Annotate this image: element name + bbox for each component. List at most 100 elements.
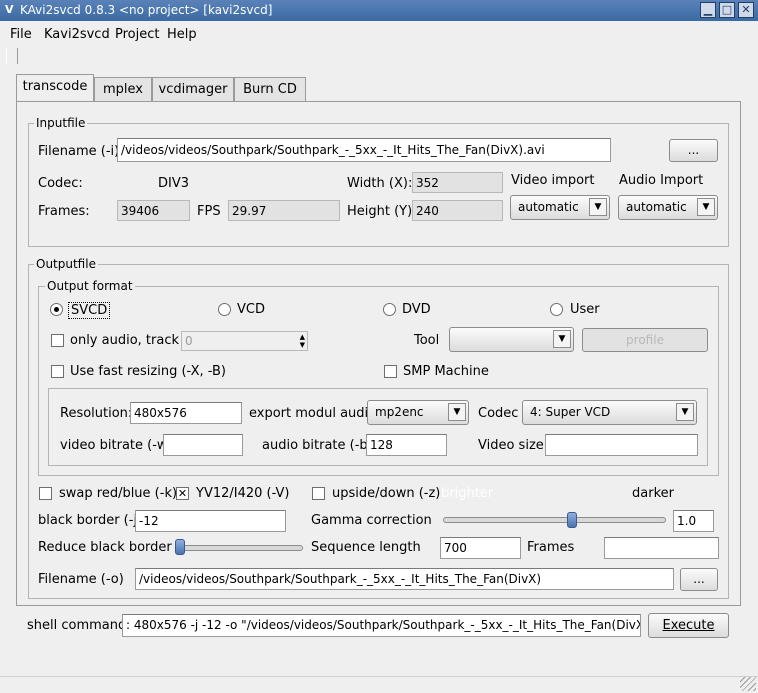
- input-filename-field[interactable]: /videos/videos/Southpark/Southpark_-_5xx…: [117, 138, 611, 162]
- height-value: 240: [412, 200, 503, 221]
- window-menu-icon[interactable]: V: [5, 3, 14, 16]
- menu-file[interactable]: File: [10, 27, 32, 42]
- codec-select[interactable]: 4: Super VCD ▼: [522, 400, 697, 425]
- codec-label: Codec:: [38, 176, 83, 191]
- menu-project[interactable]: Project: [115, 27, 159, 42]
- radio-user[interactable]: [550, 303, 563, 316]
- tab-mplex[interactable]: mplex: [94, 77, 152, 101]
- radio-svcd[interactable]: [50, 303, 63, 316]
- frames-label: Frames:: [38, 204, 90, 219]
- fast-resize-label: Use fast resizing (-X, -B): [70, 364, 226, 379]
- codec-select-value: 4: Super VCD: [530, 405, 611, 419]
- upside-checkbox[interactable]: [312, 487, 325, 500]
- profile-button[interactable]: profile: [582, 328, 708, 352]
- sequence-frames-field[interactable]: [604, 537, 719, 559]
- spin-arrows-icon[interactable]: ▲ ▼: [300, 333, 305, 349]
- export-audio-select[interactable]: mp2enc ▼: [367, 400, 469, 425]
- radio-svcd-label[interactable]: SVCD: [68, 302, 111, 319]
- chevron-down-icon: ▼: [448, 403, 466, 421]
- black-border-label: black border (-j): [38, 513, 143, 528]
- gamma-slider-knob[interactable]: [566, 512, 577, 528]
- radio-selected-dot: [54, 307, 59, 312]
- radio-user-label[interactable]: User: [570, 302, 600, 317]
- radio-vcd[interactable]: [218, 303, 231, 316]
- menu-kavi2svcd[interactable]: Kavi2svcd: [44, 27, 110, 42]
- sequence-label: Sequence length: [311, 540, 421, 555]
- shell-command-field[interactable]: : 480x576 -j -12 -o "/videos/videos/Sout…: [122, 614, 641, 637]
- reduce-border-slider-track[interactable]: [175, 545, 303, 551]
- tool-label: Tool: [414, 333, 440, 348]
- video-size-label: Video size: [478, 438, 544, 453]
- yv12-label: YV12/I420 (-V): [196, 486, 290, 501]
- window-title: KAvi2svcd 0.8.3 <no project> [kavi2svcd]: [20, 3, 273, 17]
- track-value: 0: [185, 334, 193, 348]
- radio-vcd-label[interactable]: VCD: [237, 302, 265, 317]
- gamma-label: Gamma correction: [311, 513, 432, 528]
- resize-grip-icon[interactable]: [740, 677, 756, 691]
- height-label: Height (Y):: [347, 204, 417, 219]
- gamma-field[interactable]: 1.0: [673, 510, 714, 532]
- audio-import-select[interactable]: automatic ▼: [618, 195, 718, 220]
- toolbar-handle[interactable]: [6, 48, 18, 64]
- resolution-field[interactable]: 480x576: [130, 402, 242, 424]
- audio-bitrate-field[interactable]: 128: [366, 434, 447, 456]
- export-audio-label: export modul audio: [249, 406, 377, 421]
- chevron-down-icon: ▼: [676, 403, 694, 421]
- radio-dvd-label[interactable]: DVD: [402, 302, 431, 317]
- smp-checkbox[interactable]: [384, 365, 397, 378]
- chevron-down-icon: ▼: [589, 198, 607, 216]
- gamma-slider-track[interactable]: [443, 517, 666, 523]
- inputfile-group-label: Inputfile: [34, 116, 88, 130]
- yv12-checkbox[interactable]: ✕: [176, 487, 189, 500]
- sequence-frames-label: Frames: [527, 540, 575, 555]
- video-import-value: automatic: [518, 200, 579, 214]
- resolution-label: Resolution:: [60, 406, 133, 421]
- title-bar: V KAvi2svcd 0.8.3 <no project> [kavi2svc…: [0, 0, 758, 21]
- codec-value: DIV3: [158, 176, 190, 191]
- output-browse-button[interactable]: ...: [680, 568, 718, 591]
- input-filename-label: Filename (-i): [38, 144, 120, 159]
- swap-label: swap red/blue (-k): [59, 486, 178, 501]
- darker-label: darker: [632, 486, 674, 501]
- status-bar: [0, 676, 758, 693]
- video-bitrate-field[interactable]: [163, 434, 243, 456]
- reduce-border-slider-knob[interactable]: [175, 539, 185, 555]
- menu-help[interactable]: Help: [167, 27, 197, 42]
- export-audio-value: mp2enc: [375, 405, 424, 419]
- black-border-field[interactable]: -12: [135, 510, 286, 532]
- audio-bitrate-label: audio bitrate (-b):: [262, 438, 378, 453]
- input-browse-button[interactable]: ...: [669, 139, 718, 162]
- video-import-select[interactable]: automatic ▼: [510, 195, 610, 220]
- audio-import-value: automatic: [626, 200, 687, 214]
- radio-dvd[interactable]: [383, 303, 396, 316]
- frames-value: 39406: [117, 200, 190, 221]
- video-size-field[interactable]: [545, 434, 698, 456]
- tab-vcdimager[interactable]: vcdimager: [152, 77, 234, 101]
- tab-burn-cd[interactable]: Burn CD: [234, 77, 306, 101]
- reduce-border-label: Reduce black border: [38, 540, 172, 555]
- output-filename-field[interactable]: /videos/videos/Southpark/Southpark_-_5xx…: [135, 568, 674, 590]
- fps-label: FPS: [197, 204, 221, 219]
- track-spinbox[interactable]: 0 ▲ ▼: [181, 331, 308, 351]
- fps-value: 29.97: [228, 200, 340, 221]
- output-format-group-label: Output format: [45, 279, 135, 293]
- video-import-label: Video import: [511, 173, 595, 188]
- only-audio-label: only audio, track: [70, 333, 180, 348]
- maximize-button[interactable]: □: [719, 2, 735, 18]
- only-audio-checkbox[interactable]: [51, 334, 64, 347]
- tab-transcode[interactable]: transcode: [16, 74, 94, 102]
- close-button[interactable]: ✕: [738, 2, 754, 18]
- execute-button[interactable]: Execute: [648, 613, 729, 638]
- upside-label: upside/down (-z): [332, 486, 441, 501]
- menu-bar: File Kavi2svcd Project Help: [0, 21, 758, 47]
- codec-select-label: Codec: [478, 406, 519, 421]
- tool-select[interactable]: ▼: [449, 327, 574, 352]
- shell-command-label: shell command: [27, 618, 127, 633]
- width-value: 352: [412, 172, 503, 193]
- fast-resize-checkbox[interactable]: [51, 365, 64, 378]
- audio-import-label: Audio Import: [619, 173, 704, 188]
- sequence-field[interactable]: 700: [440, 537, 521, 559]
- swap-checkbox[interactable]: [39, 487, 52, 500]
- minimize-button[interactable]: ▁: [700, 2, 716, 18]
- output-filename-label: Filename (-o): [38, 572, 124, 587]
